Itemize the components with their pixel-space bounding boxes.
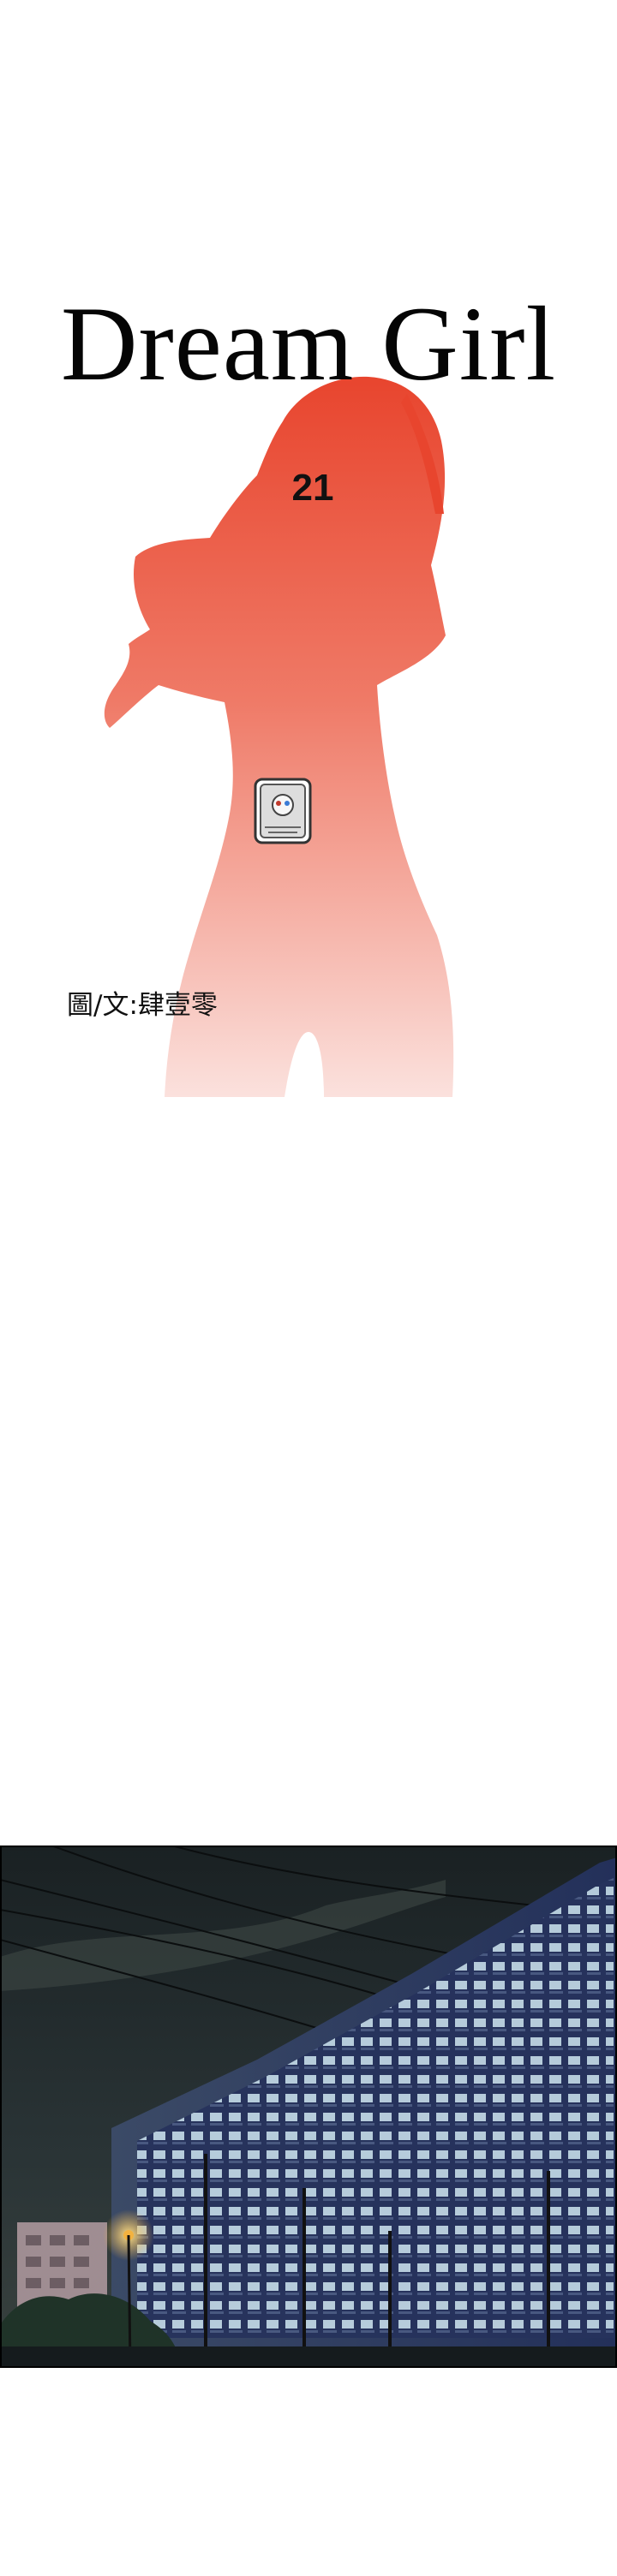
- author-credit: 圖/文:肆壹零: [67, 990, 218, 1021]
- ground: [0, 2346, 617, 2368]
- episode-number: 21: [291, 467, 334, 509]
- comic-page: Dream Girl 21 圖/文:肆壹零: [0, 0, 617, 2576]
- character-badge-icon: [254, 778, 312, 844]
- night-building-panel: [0, 1846, 617, 2368]
- comic-title: Dream Girl: [60, 285, 557, 402]
- cover-silhouette: [104, 376, 454, 1097]
- side-building-windows: [26, 2235, 89, 2288]
